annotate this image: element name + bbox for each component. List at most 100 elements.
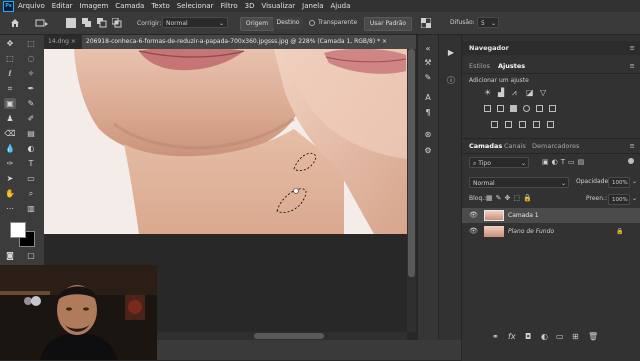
new-layer-icon[interactable]: ⊞ (572, 332, 579, 341)
blend-mode-select[interactable]: Normal ⌄ (469, 177, 569, 188)
chevron-down-icon[interactable]: ⌄ (632, 178, 637, 185)
crop-tool-icon[interactable]: ⌗ (4, 83, 16, 94)
destino-button[interactable]: Destino (273, 17, 303, 29)
vertical-scrollbar[interactable] (407, 49, 416, 332)
brightness-contrast-icon[interactable]: ☀ (484, 88, 491, 97)
quick-mask-icon[interactable]: ◙ (4, 250, 16, 261)
menu-3d[interactable]: 3D (245, 2, 255, 10)
eyedropper-icon[interactable]: ✒ (25, 83, 37, 94)
origem-button[interactable]: Origem (240, 17, 274, 31)
exposure-icon[interactable]: ◪ (526, 88, 534, 97)
fx-icon[interactable]: fx (508, 332, 516, 341)
subtract-selection-icon[interactable] (97, 18, 107, 28)
artboard-tool-icon[interactable]: ⬚ (25, 38, 37, 49)
difusao-select[interactable]: 5 ⌄ (477, 17, 499, 28)
layer-filter-select[interactable]: ⌕ Tipo ⌄ (469, 157, 529, 168)
new-group-icon[interactable]: ▭ (556, 332, 564, 341)
usar-padrao-button[interactable]: Usar Padrão (364, 17, 412, 31)
hand-tool-icon[interactable]: ✋ (4, 188, 16, 199)
vertical-scroll-thumb[interactable] (408, 49, 415, 277)
menu-arquivo[interactable]: Arquivo (18, 2, 45, 10)
clone-stamp-icon[interactable]: ♟ (4, 113, 16, 124)
dodge-tool-icon[interactable]: ◐ (25, 143, 37, 154)
patch-tool-icon[interactable]: ▣ (4, 98, 16, 109)
more-tools-icon[interactable]: ⋯ (4, 203, 16, 214)
lasso-alt-icon[interactable]: ℓ (4, 68, 16, 79)
navigator-title[interactable]: Navegador (469, 42, 509, 54)
patch-tool-icon[interactable] (35, 18, 48, 28)
menu-visualizar[interactable]: Visualizar (261, 2, 295, 10)
filter-toggle-icon[interactable] (628, 158, 634, 164)
new-selection-icon[interactable] (66, 18, 76, 28)
document-image[interactable] (44, 49, 407, 234)
tab-camadas[interactable]: Camadas (469, 140, 502, 152)
screen-mode-icon[interactable]: ▢ (25, 250, 37, 261)
character-panel-icon[interactable]: A (422, 92, 434, 103)
panel-menu-icon[interactable]: ≡ (630, 42, 635, 54)
add-mask-icon[interactable]: ◘ (525, 332, 531, 341)
adjustment-layer-icon[interactable]: ◐ (541, 332, 548, 341)
channel-mixer-icon[interactable] (536, 105, 543, 112)
eye-icon[interactable]: 👁 (469, 208, 478, 223)
menu-imagem[interactable]: Imagem (80, 2, 109, 10)
add-selection-icon[interactable] (82, 18, 92, 28)
transparency-icon[interactable] (420, 17, 432, 29)
foreground-color-swatch-top[interactable] (10, 222, 26, 238)
play-action-icon[interactable]: ▶ (445, 47, 457, 58)
color-lookup-icon[interactable] (549, 105, 556, 112)
eye-icon[interactable]: 👁 (469, 224, 478, 239)
color-balance-icon[interactable] (497, 105, 504, 112)
selective-color-icon[interactable] (547, 121, 554, 128)
layer-row-plano-de-fundo[interactable]: 👁 Plano de Fundo 🔒 (462, 224, 640, 239)
type-tool-icon[interactable]: T (25, 158, 37, 169)
black-white-icon[interactable] (510, 105, 517, 112)
menu-texto[interactable]: Texto (151, 2, 169, 10)
menu-editar[interactable]: Editar (52, 2, 73, 10)
paragraph-panel-icon[interactable]: ¶ (422, 107, 434, 118)
tab-canais[interactable]: Canais (504, 140, 526, 152)
magic-wand-icon[interactable]: ✧ (25, 68, 37, 79)
tab-ajustes[interactable]: Ajustes (498, 60, 525, 72)
tab-active-document[interactable]: 206918-conheca-6-formas-de-reduzir-a-pap… (82, 35, 416, 49)
brush-tool-icon[interactable]: ✎ (25, 98, 37, 109)
pen-tool-icon[interactable]: ✑ (4, 158, 16, 169)
lasso-tool-icon[interactable]: ◌ (25, 53, 37, 64)
menu-ajuda[interactable]: Ajuda (331, 2, 351, 10)
layer-filter-icons[interactable]: ▣◐T▭▤ (542, 158, 587, 166)
move-tool-icon[interactable]: ✥ (4, 38, 16, 49)
fill-input[interactable]: 100% (608, 194, 630, 205)
menu-selecionar[interactable]: Selecionar (177, 2, 214, 10)
transparente-checkbox[interactable] (309, 20, 315, 26)
corrigir-select[interactable]: Normal ⌄ (162, 17, 228, 28)
menu-filtro[interactable]: Filtro (220, 2, 237, 10)
home-icon[interactable] (10, 18, 20, 28)
tool-presets-icon[interactable]: ⚒ (422, 57, 434, 68)
collapse-panels-icon[interactable]: « (422, 43, 434, 54)
gradient-icon[interactable]: ▤ (25, 128, 37, 139)
horizontal-scroll-thumb[interactable] (254, 333, 324, 339)
hue-saturation-icon[interactable] (484, 105, 491, 112)
photo-filter-icon[interactable] (523, 105, 530, 112)
levels-icon[interactable]: ▟ (498, 88, 504, 97)
info-panel-icon[interactable]: ⓘ (445, 75, 457, 86)
panel-menu-icon[interactable]: ≡ (630, 60, 635, 72)
tab-estilos[interactable]: Estilos (469, 60, 490, 72)
layer-name[interactable]: Camada 1 (508, 208, 539, 223)
edit-toolbar-icon[interactable]: ▥ (25, 203, 37, 214)
brush-presets-icon[interactable]: ✎ (422, 72, 434, 83)
eraser-icon[interactable]: ⌫ (4, 128, 16, 139)
close-icon[interactable]: × (71, 38, 76, 45)
link-layers-icon[interactable]: ⚭ (492, 332, 499, 341)
history-brush-icon[interactable]: ✐ (25, 113, 37, 124)
menu-camada[interactable]: Camada (115, 2, 144, 10)
menu-janela[interactable]: Janela (302, 2, 323, 10)
clone-source-icon[interactable]: ⊛ (422, 129, 434, 140)
path-select-icon[interactable]: ➤ (4, 173, 16, 184)
layer-name[interactable]: Plano de Fundo (508, 224, 554, 239)
panel-menu-icon[interactable]: ≡ (630, 140, 635, 152)
tab-demarcadores[interactable]: Demarcadores (532, 140, 579, 152)
zoom-tool-icon[interactable]: ⌕ (25, 188, 37, 199)
vibrance-icon[interactable]: ▽ (540, 88, 546, 97)
threshold-icon[interactable] (519, 121, 526, 128)
gradient-map-icon[interactable] (533, 121, 540, 128)
